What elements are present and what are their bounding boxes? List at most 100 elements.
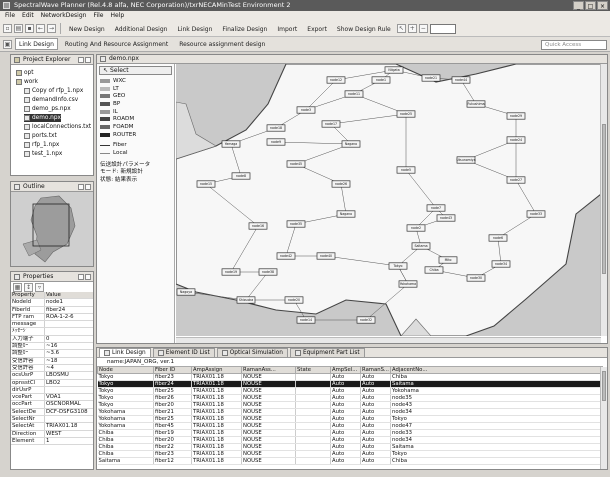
map-node[interactable]: Nagano [341,140,361,148]
map-node[interactable]: node6 [488,234,508,242]
property-row[interactable]: opnsstCl LBO2 [11,379,93,387]
property-row[interactable]: ﾒｯｾｰｼﾞ [11,328,93,336]
table-row[interactable]: Tokyo fiber25 TRIAX01.18 NOUSE Auto Auto Yokoh… [97,387,603,395]
column-header[interactable]: RamanS... [360,366,391,374]
maximize-icon[interactable] [85,273,91,280]
tree-item[interactable]: ports.txt [24,132,57,140]
map-node[interactable]: node14 [296,316,316,324]
maximize-icon[interactable] [85,183,91,190]
table-row[interactable]: Chiba fiber19 TRIAX01.18 NOUSE Auto Auto node3… [97,429,603,437]
column-header[interactable]: AmpSel... [330,366,361,374]
map-node[interactable]: node27 [506,176,526,184]
tree-item[interactable]: rfp_1.npx [24,141,59,149]
property-row[interactable]: Element 1 [11,437,93,446]
map-node[interactable]: Tokyo [388,262,408,270]
palette-item[interactable]: モード: 新規設計 [97,168,174,175]
map-node[interactable]: node45 [286,160,306,168]
table-row[interactable]: Tokyo fiber23 TRIAX01.18 NOUSE Auto Auto Chiba [97,373,603,381]
table-row[interactable]: Yokohama fiber25 TRIAX01.18 NOUSE Auto Auto To… [97,415,603,423]
map-node[interactable]: Chiba [424,266,444,274]
map-node[interactable]: node40 [316,252,336,260]
palette-item[interactable]: Fiber [97,142,174,150]
tab-optical-simulation[interactable]: Optical Simulation [216,348,288,357]
map-node[interactable]: node1 [371,76,391,84]
map-node[interactable]: node8 [231,172,251,180]
property-row[interactable]: FiberId fiber24 [11,306,93,314]
palette-item[interactable]: 伝送設計パラメータ [97,160,174,168]
property-row[interactable]: occPart OSCNORMAL [11,401,93,409]
tree-item[interactable]: demandInfo.csv [24,96,78,104]
map-horizontal-scrollbar[interactable] [176,337,601,343]
tab-link-design[interactable]: Link Design [15,38,58,50]
palette-item[interactable]: BP [97,100,174,108]
column-header[interactable]: RamanAss... [241,366,296,374]
tab-resource-assignment[interactable]: Resource assignment design [175,38,269,50]
map-node[interactable]: Nagoya [176,288,196,296]
property-row[interactable]: dirUsrP [11,386,93,395]
map-node[interactable]: node7 [426,204,446,212]
map-node[interactable]: node2 [406,224,426,232]
palette-item[interactable]: Local [97,149,174,157]
show-design-rule-button[interactable]: Show Design Rule [333,23,395,35]
table-row[interactable]: Saitama fiber12 TRIAX01.18 NOUSE Auto Auto Chi… [97,457,603,465]
zoom-field[interactable] [429,23,456,34]
new-design-button[interactable]: New Design [65,23,109,35]
property-row[interactable]: 受信許容 ~18 [11,357,93,365]
map-node[interactable]: node18 [266,124,286,132]
map-node[interactable]: Fukushima [466,100,486,108]
map-node[interactable]: node19 [221,268,241,276]
map-node[interactable]: Yamaga [221,140,241,148]
perspective-icon[interactable]: ▣ [3,39,12,49]
property-row[interactable]: 受信許容 ~4 [11,364,93,373]
project-explorer-title[interactable]: Project Explorer [23,55,70,65]
map-node[interactable]: node11 [344,90,364,98]
menu-networkdesign[interactable]: NetworkDesign [41,11,87,21]
menu-edit[interactable]: Edit [22,11,34,21]
map-node[interactable]: node34 [491,260,511,268]
map-node[interactable]: node21 [421,74,441,82]
map-node[interactable]: node43 [436,214,456,222]
tree-item[interactable]: test_1.npx [24,150,62,158]
tree-item[interactable]: demo_ps.npx [24,105,71,113]
property-row[interactable]: NodeId node1 [11,299,93,307]
forward-icon[interactable]: → [47,24,56,33]
outline-thumbnail[interactable] [11,192,93,266]
property-row[interactable]: FTP ram ROA-1-2-6 [11,313,93,322]
network-map[interactable]: Niigata node12 node1 node21 node44 node11 Fuku… [176,64,601,336]
property-row[interactable]: message [11,321,93,329]
tree-item[interactable]: demo.npx [24,114,61,122]
column-header[interactable]: Node [97,366,154,374]
table-row[interactable]: Chiba fiber20 TRIAX01.18 NOUSE Auto Auto node3… [97,436,603,444]
maximize-button[interactable]: □ [585,1,596,10]
map-node[interactable]: node24 [506,136,526,144]
map-node[interactable]: node25 [396,110,416,118]
map-node[interactable]: Mito [438,256,458,264]
quick-access-input[interactable]: Quick Access [541,40,607,50]
table-row[interactable]: Tokyo fiber20 TRIAX01.18 NOUSE Auto Auto node4… [97,401,603,409]
tree-item[interactable]: Copy of rfp_1.npx [24,87,83,95]
palette-item[interactable]: 状態: 結果表示 [97,175,174,183]
property-row[interactable]: 調整ｶｰ ~3.6 [11,350,93,358]
filter-icon[interactable]: ▿ [35,283,44,292]
map-node[interactable]: node38 [258,268,278,276]
property-row[interactable]: 調整ｶｰ ~16 [11,343,93,351]
column-header[interactable]: State [295,366,331,374]
properties-title[interactable]: Properties [23,272,53,282]
property-row[interactable]: ocsUsrP LBOSMU [11,372,93,380]
minimize-icon[interactable] [78,273,84,280]
table-row[interactable]: Yokohama fiber45 TRIAX01.18 NOUSE Auto Auto no… [97,422,603,430]
map-node[interactable]: node15 [196,180,216,188]
property-row[interactable]: Direction WEST [11,430,93,438]
property-row[interactable]: SelectAt TRIAX01.18 [11,423,93,431]
property-row[interactable]: 入力端子 0 [11,335,93,344]
map-node[interactable]: Nagano [336,210,356,218]
tree-item[interactable]: work [16,78,38,86]
back-icon[interactable]: ← [36,24,45,33]
map-node[interactable]: node9 [266,138,286,146]
property-row[interactable]: SelectDe DCF-DSFG3108 [11,408,93,417]
close-button[interactable]: × [597,1,608,10]
zoom-out-icon[interactable]: − [418,24,428,33]
map-node[interactable]: node30 [466,274,486,282]
tree-item[interactable]: localConnections.txt [24,123,91,131]
link-design-button[interactable]: Link Design [173,23,216,35]
